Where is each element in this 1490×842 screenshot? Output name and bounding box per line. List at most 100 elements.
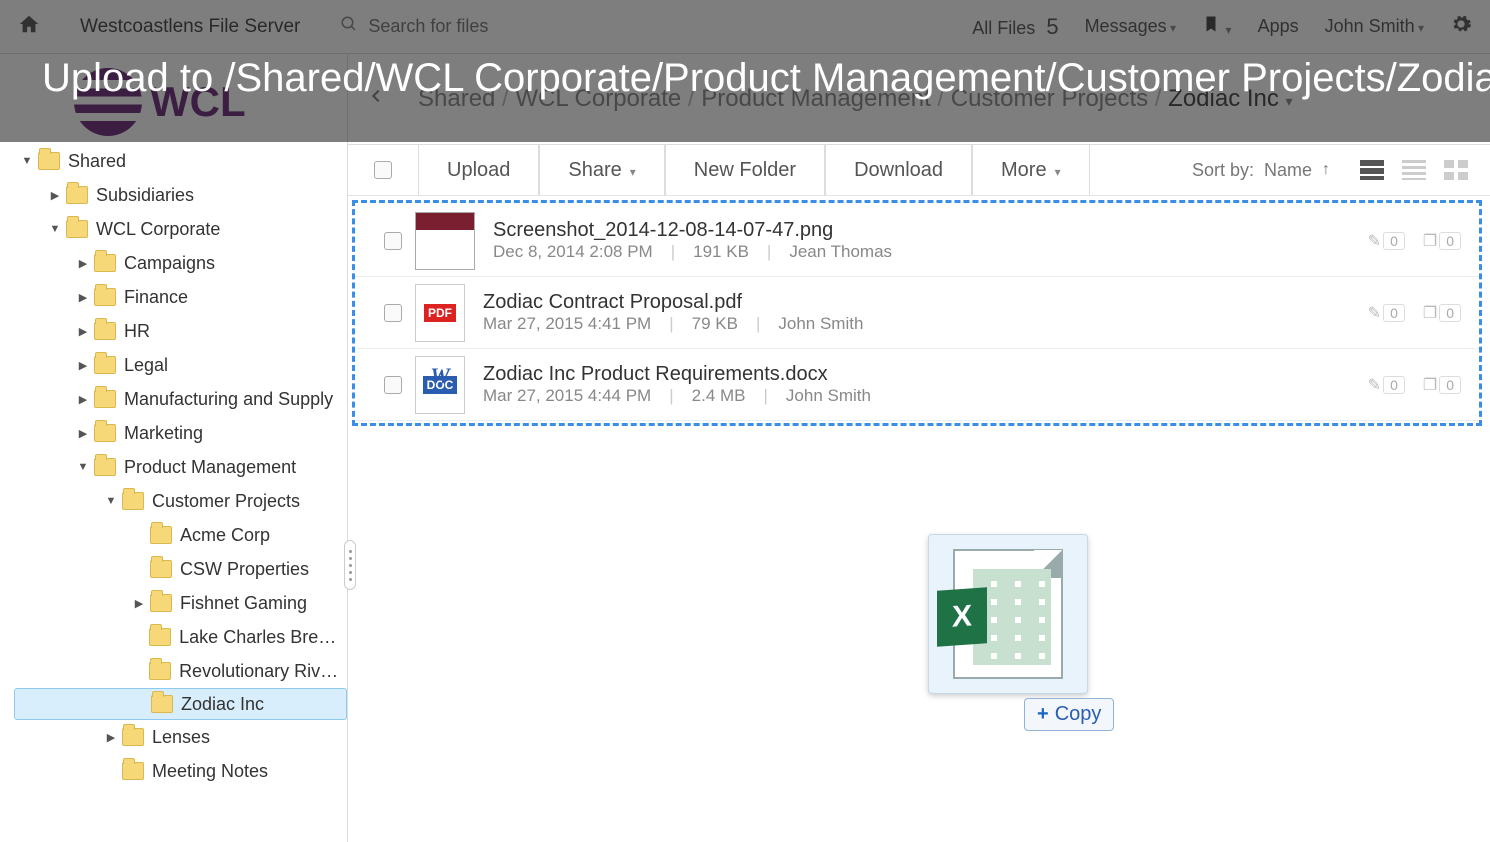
home-icon[interactable]: [18, 13, 40, 41]
new-folder-button[interactable]: New Folder: [665, 145, 825, 195]
tree-node-lake-charles-brewing[interactable]: Lake Charles Brewing: [14, 620, 347, 654]
tree-node-lenses[interactable]: Lenses: [14, 720, 347, 754]
splitter-handle[interactable]: [344, 540, 356, 590]
view-grid-icon[interactable]: [1444, 160, 1468, 180]
folder-icon: [66, 220, 88, 238]
all-files-label: All Files: [972, 18, 1035, 38]
tree-node-legal[interactable]: Legal: [14, 348, 347, 382]
breadcrumb-segment[interactable]: Shared: [418, 85, 495, 112]
download-button[interactable]: Download: [825, 145, 972, 195]
folder-icon: [122, 762, 144, 780]
file-name[interactable]: Zodiac Inc Product Requirements.docx: [483, 363, 1368, 386]
tree-node-label: Lake Charles Brewing: [179, 627, 347, 648]
tree-node-shared[interactable]: Shared: [14, 144, 347, 178]
search-box[interactable]: [340, 15, 800, 38]
tree-node-subsidiaries[interactable]: Subsidiaries: [14, 178, 347, 212]
tree-node-label: Customer Projects: [152, 491, 300, 512]
tree-expand-icon[interactable]: [74, 291, 92, 304]
breadcrumb-segment[interactable]: Customer Projects: [951, 85, 1148, 112]
breadcrumb-current[interactable]: Zodiac Inc ▾: [1168, 85, 1292, 112]
breadcrumb-separator: /: [931, 85, 951, 112]
tree-expand-icon[interactable]: [74, 427, 92, 440]
breadcrumb-back-icon[interactable]: [368, 83, 384, 116]
tree-node-hr[interactable]: HR: [14, 314, 347, 348]
view-detail-icon[interactable]: [1402, 160, 1426, 180]
tree-node-csw-properties[interactable]: CSW Properties: [14, 552, 347, 586]
comments-icon[interactable]: ✎0: [1368, 303, 1405, 323]
tree-expand-icon[interactable]: [74, 393, 92, 406]
select-all-checkbox[interactable]: [348, 161, 418, 179]
breadcrumb-separator: /: [1148, 85, 1168, 112]
tree-node-label: WCL Corporate: [96, 219, 220, 240]
versions-icon[interactable]: ❐0: [1423, 303, 1461, 323]
comments-icon[interactable]: ✎0: [1368, 375, 1405, 395]
file-info: Zodiac Contract Proposal.pdfMar 27, 2015…: [483, 291, 1368, 334]
tree-node-zodiac-inc[interactable]: Zodiac Inc: [14, 688, 347, 720]
sort-control[interactable]: Sort by: Name ↑: [1192, 160, 1350, 181]
toolbar: Upload Share New Folder Download More So…: [348, 144, 1490, 196]
tree-expand-icon[interactable]: [130, 597, 148, 610]
view-list-icon[interactable]: [1360, 160, 1384, 180]
tree-expand-icon[interactable]: [18, 155, 36, 167]
file-row[interactable]: DOCWZodiac Inc Product Requirements.docx…: [355, 349, 1479, 421]
file-select-checkbox[interactable]: [371, 232, 415, 250]
tree-node-wcl-corporate[interactable]: WCL Corporate: [14, 212, 347, 246]
tree-node-label: Revolutionary Riverbo: [179, 661, 347, 682]
breadcrumb-segment[interactable]: WCL Corporate: [515, 85, 681, 112]
all-files-filter[interactable]: All Files 5: [972, 14, 1058, 40]
comments-icon[interactable]: ✎0: [1368, 231, 1405, 251]
tree-expand-icon[interactable]: [46, 189, 64, 202]
gear-icon[interactable]: [1450, 13, 1472, 41]
apps-link[interactable]: Apps: [1258, 16, 1299, 37]
tree-node-product-management[interactable]: Product Management: [14, 450, 347, 484]
tree-expand-icon[interactable]: [102, 731, 120, 744]
breadcrumb-segment[interactable]: Product Management: [701, 85, 930, 112]
share-button[interactable]: Share: [539, 145, 664, 195]
upload-button[interactable]: Upload: [418, 145, 539, 195]
folder-icon: [150, 526, 172, 544]
tree-node-marketing[interactable]: Marketing: [14, 416, 347, 450]
tree-node-label: Meeting Notes: [152, 761, 268, 782]
file-row[interactable]: PDFZodiac Contract Proposal.pdfMar 27, 2…: [355, 277, 1479, 349]
file-select-checkbox[interactable]: [371, 304, 415, 322]
tree-node-acme-corp[interactable]: Acme Corp: [14, 518, 347, 552]
breadcrumb-separator: /: [495, 85, 515, 112]
more-button[interactable]: More: [972, 145, 1090, 195]
tree-node-finance[interactable]: Finance: [14, 280, 347, 314]
tree-expand-icon[interactable]: [74, 461, 92, 473]
file-select-checkbox[interactable]: [371, 376, 415, 394]
tree-node-meeting-notes[interactable]: Meeting Notes: [14, 754, 347, 788]
file-name[interactable]: Zodiac Contract Proposal.pdf: [483, 291, 1368, 314]
versions-icon[interactable]: ❐0: [1423, 231, 1461, 251]
file-name[interactable]: Screenshot_2014-12-08-14-07-47.png: [493, 219, 1368, 242]
topbar-right: All Files 5 Messages Apps John Smith: [972, 13, 1472, 41]
versions-icon[interactable]: ❐0: [1423, 375, 1461, 395]
folder-icon: [151, 695, 173, 713]
tree-expand-icon[interactable]: [74, 359, 92, 372]
tree-expand-icon[interactable]: [74, 257, 92, 270]
file-meta: Mar 27, 2015 4:44 PM|2.4 MB|John Smith: [483, 386, 1368, 406]
main-panel: Shared / WCL Corporate / Product Managem…: [348, 54, 1490, 842]
brand-logo-text: WCL: [150, 78, 246, 126]
tree-node-fishnet-gaming[interactable]: Fishnet Gaming: [14, 586, 347, 620]
tree-expand-icon[interactable]: [74, 325, 92, 338]
topbar: Westcoastlens File Server All Files 5 Me…: [0, 0, 1490, 54]
tree-expand-icon[interactable]: [46, 223, 64, 235]
folder-icon: [149, 628, 171, 646]
folder-icon: [94, 322, 116, 340]
search-input[interactable]: [368, 16, 748, 37]
file-list-dropzone[interactable]: Screenshot_2014-12-08-14-07-47.pngDec 8,…: [352, 200, 1482, 426]
tree-node-revolutionary-riverbo[interactable]: Revolutionary Riverbo: [14, 654, 347, 688]
bookmark-icon[interactable]: [1202, 14, 1232, 40]
tree-node-campaigns[interactable]: Campaigns: [14, 246, 347, 280]
messages-menu[interactable]: Messages: [1085, 16, 1176, 37]
tree-expand-icon[interactable]: [102, 495, 120, 507]
folder-icon: [94, 254, 116, 272]
file-row[interactable]: Screenshot_2014-12-08-14-07-47.pngDec 8,…: [355, 205, 1479, 277]
tree-node-manufacturing-and-supply[interactable]: Manufacturing and Supply: [14, 382, 347, 416]
tree-node-customer-projects[interactable]: Customer Projects: [14, 484, 347, 518]
drag-preview-excel: X: [928, 534, 1088, 694]
user-menu[interactable]: John Smith: [1325, 16, 1424, 37]
tree-node-label: Fishnet Gaming: [180, 593, 307, 614]
file-meta: Mar 27, 2015 4:41 PM|79 KB|John Smith: [483, 314, 1368, 334]
